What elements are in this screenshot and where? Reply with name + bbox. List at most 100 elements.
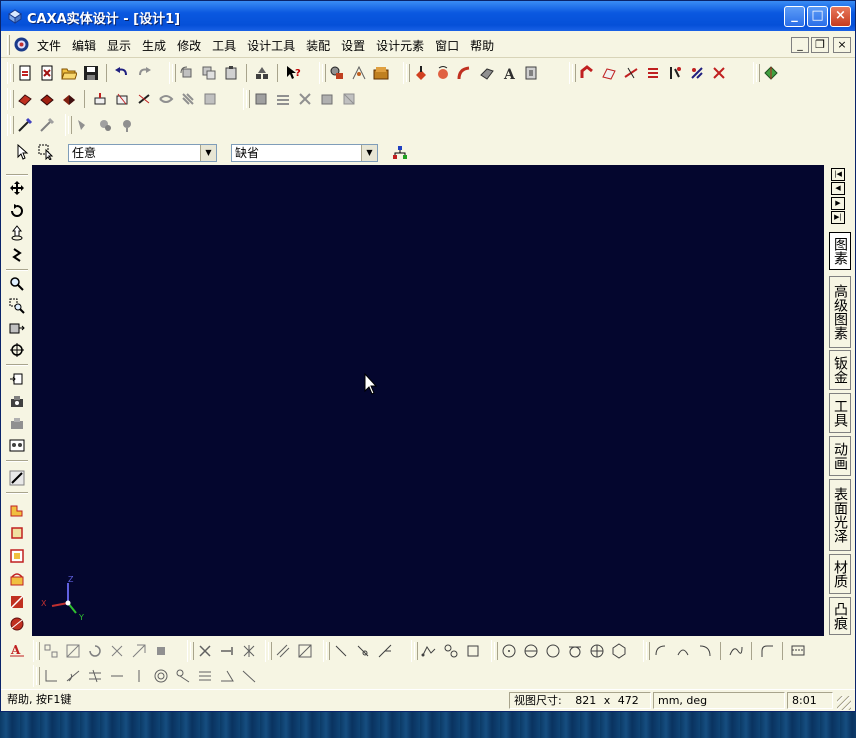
filter-select[interactable]: 任意 ▼ <box>68 144 217 162</box>
save-icon[interactable] <box>80 63 102 83</box>
new-drawing-icon[interactable] <box>36 63 58 83</box>
mdi-minimize-button[interactable]: _ <box>791 37 809 53</box>
text-style-icon[interactable]: A <box>6 640 28 660</box>
assembly-tree-icon[interactable] <box>389 143 411 163</box>
scale-icon[interactable] <box>128 641 150 661</box>
tab-sheet-metal[interactable]: 钣金 <box>829 350 851 390</box>
box-shaded-icon[interactable] <box>58 89 80 109</box>
nav-last-button[interactable]: ▶| <box>831 211 845 224</box>
group-icon[interactable] <box>251 63 273 83</box>
dynamic-rotate-icon[interactable] <box>7 223 27 243</box>
menu-generate[interactable]: 生成 <box>142 37 166 54</box>
arc-icon[interactable] <box>650 641 672 661</box>
rotate-sketch-icon[interactable] <box>84 641 106 661</box>
paint-brush-icon[interactable] <box>36 115 58 135</box>
close-button[interactable]: × <box>830 6 851 27</box>
loft-feature-icon[interactable] <box>155 89 177 109</box>
offset-face-icon[interactable] <box>272 89 294 109</box>
construction-icon[interactable] <box>787 641 809 661</box>
render-icon[interactable] <box>760 63 782 83</box>
text-icon[interactable]: A <box>498 63 520 83</box>
draft-face-icon[interactable] <box>338 89 360 109</box>
tab-material[interactable]: 材质 <box>829 554 851 594</box>
node-icon[interactable] <box>440 641 462 661</box>
draft-icon[interactable] <box>664 63 686 83</box>
spline-icon[interactable] <box>725 641 747 661</box>
rotate-part-icon[interactable] <box>176 63 198 83</box>
offset-icon[interactable] <box>272 641 294 661</box>
ellipse-icon[interactable] <box>586 641 608 661</box>
mdi-close-button[interactable]: × <box>833 37 851 53</box>
menu-display[interactable]: 显示 <box>107 37 131 54</box>
extrude-feature-icon[interactable] <box>89 89 111 109</box>
break-icon[interactable] <box>238 641 260 661</box>
menu-assembly[interactable]: 装配 <box>306 37 330 54</box>
select-box-icon[interactable] <box>35 142 57 162</box>
menu-design-elements[interactable]: 设计元素 <box>376 37 424 54</box>
polygon-icon[interactable] <box>608 641 630 661</box>
angle-dimension-icon[interactable] <box>62 666 84 686</box>
box-dark-icon[interactable] <box>36 89 58 109</box>
shell-feature-icon[interactable] <box>199 89 221 109</box>
menu-edit[interactable]: 编辑 <box>72 37 96 54</box>
sketch-icon[interactable] <box>7 500 27 520</box>
arc-3pt-icon[interactable] <box>672 641 694 661</box>
copy-part-icon[interactable] <box>198 63 220 83</box>
bounding-box-icon[interactable] <box>62 641 84 661</box>
tangent-line-icon[interactable] <box>352 641 374 661</box>
camera-icon[interactable] <box>7 391 27 411</box>
menu-help[interactable]: 帮助 <box>470 37 494 54</box>
equal-icon[interactable] <box>194 666 216 686</box>
light-source-icon[interactable] <box>72 115 94 135</box>
revolve-feature-icon[interactable] <box>111 89 133 109</box>
sweep-icon[interactable] <box>454 63 476 83</box>
design-viewport[interactable]: Z X Y <box>32 165 824 636</box>
nav-first-button[interactable]: |◀ <box>831 168 845 181</box>
shell-icon[interactable] <box>642 63 664 83</box>
line-tool-icon[interactable] <box>7 592 27 612</box>
new-file-icon[interactable] <box>14 63 36 83</box>
tab-emboss[interactable]: 凸痕 <box>829 597 851 635</box>
horizontal-icon[interactable] <box>106 666 128 686</box>
frame-tool-icon[interactable] <box>7 546 27 566</box>
mirror-icon[interactable] <box>106 641 128 661</box>
smart-snap-icon[interactable] <box>348 63 370 83</box>
nav-next-button[interactable]: ▶ <box>831 197 845 210</box>
circle-center-icon[interactable] <box>498 641 520 661</box>
sweep-feature-icon[interactable] <box>133 89 155 109</box>
zoom-icon[interactable] <box>7 274 27 294</box>
paste-part-icon[interactable] <box>220 63 242 83</box>
project-icon[interactable] <box>150 641 172 661</box>
extrude-icon[interactable] <box>410 63 432 83</box>
point-light-icon[interactable] <box>116 115 138 135</box>
dimension-icon[interactable] <box>40 666 62 686</box>
select-pointer-icon[interactable] <box>12 142 34 162</box>
nav-prev-button[interactable]: ◀ <box>831 182 845 195</box>
fillet-2d-icon[interactable] <box>756 641 778 661</box>
save-view-icon[interactable] <box>7 413 27 433</box>
arc-tool-icon[interactable] <box>7 569 27 589</box>
resize-grip[interactable] <box>837 696 851 710</box>
split-icon[interactable] <box>620 63 642 83</box>
cut-face-icon[interactable] <box>294 89 316 109</box>
undo-icon[interactable] <box>111 63 133 83</box>
revolve-icon[interactable] <box>432 63 454 83</box>
menu-settings[interactable]: 设置 <box>341 37 365 54</box>
move-face-icon[interactable] <box>250 89 272 109</box>
concentric-icon[interactable] <box>150 666 172 686</box>
extend-icon[interactable] <box>216 641 238 661</box>
box-red-icon[interactable] <box>14 89 36 109</box>
line-icon[interactable] <box>330 641 352 661</box>
menu-modify[interactable]: 修改 <box>177 37 201 54</box>
offset-box-icon[interactable] <box>294 641 316 661</box>
tab-primitives[interactable]: 图素 <box>829 232 851 270</box>
document-icon[interactable] <box>13 36 30 53</box>
zoom-window-icon[interactable] <box>7 296 27 316</box>
chevron-down-icon[interactable]: ▼ <box>200 145 216 161</box>
mdi-restore-button[interactable]: ❐ <box>811 37 829 53</box>
chevron-down-icon[interactable]: ▼ <box>361 145 377 161</box>
tangent-constraint-icon[interactable] <box>172 666 194 686</box>
menu-file[interactable]: 文件 <box>37 37 61 54</box>
loft-icon[interactable] <box>476 63 498 83</box>
render-style-icon[interactable] <box>7 468 27 488</box>
